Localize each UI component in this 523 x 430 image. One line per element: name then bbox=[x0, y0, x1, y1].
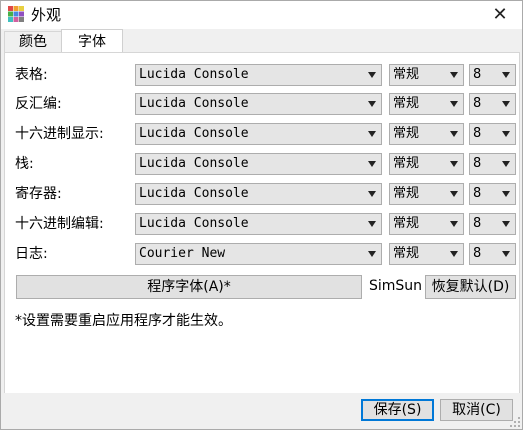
font-style-select[interactable]: 常规 bbox=[389, 64, 464, 86]
chevron-down-icon bbox=[502, 161, 510, 167]
program-font-button[interactable]: 程序字体(A)* bbox=[16, 275, 362, 299]
tab-fonts[interactable]: 字体 bbox=[61, 29, 123, 54]
fonts-panel: 表格: Lucida Console 常规 8 反汇编: Lucida Cons… bbox=[4, 52, 520, 394]
close-icon: ✕ bbox=[492, 4, 508, 25]
chevron-down-icon bbox=[502, 101, 510, 107]
chevron-down-icon bbox=[368, 72, 376, 78]
chevron-down-icon bbox=[502, 221, 510, 227]
font-size-select[interactable]: 8 bbox=[469, 243, 516, 265]
font-size-select[interactable]: 8 bbox=[469, 213, 516, 235]
font-row-log: 日志: Courier New 常规 8 bbox=[5, 243, 519, 265]
tab-strip: 颜色 字体 bbox=[1, 29, 522, 54]
row-label: 表格: bbox=[15, 67, 48, 83]
row-label: 栈: bbox=[15, 156, 34, 172]
row-label: 十六进制显示: bbox=[15, 126, 104, 142]
chevron-down-icon bbox=[450, 161, 458, 167]
chevron-down-icon bbox=[368, 221, 376, 227]
appearance-dialog: 外观 ✕ 颜色 字体 表格: Lucida Console 常规 8 反汇编: … bbox=[0, 0, 523, 430]
font-row-stack: 栈: Lucida Console 常规 8 bbox=[5, 153, 519, 175]
font-size-select[interactable]: 8 bbox=[469, 93, 516, 115]
font-style-select[interactable]: 常规 bbox=[389, 93, 464, 115]
font-size-select[interactable]: 8 bbox=[469, 153, 516, 175]
chevron-down-icon bbox=[502, 191, 510, 197]
font-size-select[interactable]: 8 bbox=[469, 123, 516, 145]
chevron-down-icon bbox=[450, 191, 458, 197]
font-row-table: 表格: Lucida Console 常规 8 bbox=[5, 64, 519, 86]
tab-colors[interactable]: 颜色 bbox=[4, 31, 62, 53]
title-bar: 外观 ✕ bbox=[1, 1, 522, 29]
dialog-footer: 保存(S) 取消(C) bbox=[1, 393, 522, 429]
chevron-down-icon bbox=[502, 131, 510, 137]
resize-grip-icon[interactable] bbox=[510, 417, 520, 427]
restore-defaults-button[interactable]: 恢复默认(D) bbox=[425, 275, 516, 299]
chevron-down-icon bbox=[502, 72, 510, 78]
font-family-select[interactable]: Lucida Console bbox=[135, 123, 382, 145]
chevron-down-icon bbox=[450, 101, 458, 107]
font-style-select[interactable]: 常规 bbox=[389, 183, 464, 205]
font-family-select[interactable]: Lucida Console bbox=[135, 64, 382, 86]
font-style-select[interactable]: 常规 bbox=[389, 213, 464, 235]
chevron-down-icon bbox=[368, 161, 376, 167]
restart-note: *设置需要重启应用程序才能生效。 bbox=[15, 313, 232, 329]
font-size-select[interactable]: 8 bbox=[469, 64, 516, 86]
chevron-down-icon bbox=[450, 221, 458, 227]
font-family-select[interactable]: Lucida Console bbox=[135, 153, 382, 175]
chevron-down-icon bbox=[368, 251, 376, 257]
font-style-select[interactable]: 常规 bbox=[389, 123, 464, 145]
cancel-button[interactable]: 取消(C) bbox=[440, 399, 513, 421]
font-family-select[interactable]: Lucida Console bbox=[135, 183, 382, 205]
font-style-select[interactable]: 常规 bbox=[389, 243, 464, 265]
chevron-down-icon bbox=[502, 251, 510, 257]
font-family-select[interactable]: Courier New bbox=[135, 243, 382, 265]
app-icon bbox=[8, 6, 24, 22]
program-font-value: SimSun bbox=[369, 278, 423, 294]
font-row-hex-edit: 十六进制编辑: Lucida Console 常规 8 bbox=[5, 213, 519, 235]
chevron-down-icon bbox=[368, 191, 376, 197]
chevron-down-icon bbox=[450, 131, 458, 137]
font-style-select[interactable]: 常规 bbox=[389, 153, 464, 175]
row-label: 十六进制编辑: bbox=[15, 216, 104, 232]
font-family-select[interactable]: Lucida Console bbox=[135, 213, 382, 235]
font-row-hex-dump: 十六进制显示: Lucida Console 常规 8 bbox=[5, 123, 519, 145]
font-size-select[interactable]: 8 bbox=[469, 183, 516, 205]
save-button[interactable]: 保存(S) bbox=[361, 399, 434, 421]
chevron-down-icon bbox=[368, 131, 376, 137]
window-title: 外观 bbox=[31, 6, 62, 24]
row-label: 日志: bbox=[15, 246, 48, 262]
close-button[interactable]: ✕ bbox=[478, 1, 522, 29]
chevron-down-icon bbox=[368, 101, 376, 107]
chevron-down-icon bbox=[450, 251, 458, 257]
font-row-disassembly: 反汇编: Lucida Console 常规 8 bbox=[5, 93, 519, 115]
row-label: 寄存器: bbox=[15, 186, 62, 202]
font-family-select[interactable]: Lucida Console bbox=[135, 93, 382, 115]
font-row-registers: 寄存器: Lucida Console 常规 8 bbox=[5, 183, 519, 205]
chevron-down-icon bbox=[450, 72, 458, 78]
row-label: 反汇编: bbox=[15, 96, 62, 112]
